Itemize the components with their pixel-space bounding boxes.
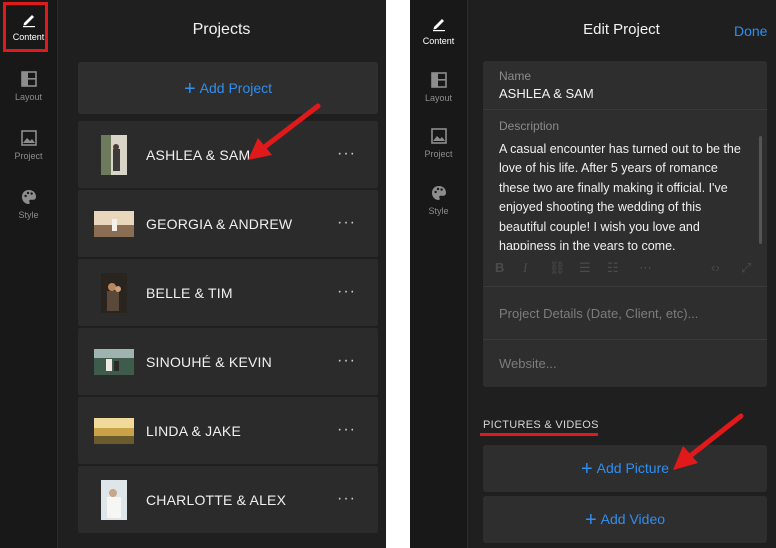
highlight-underline	[480, 433, 598, 436]
sidebar-item-label: Project	[14, 151, 43, 161]
add-project-label: Add Project	[199, 80, 273, 96]
add-project-button[interactable]: + Add Project	[78, 62, 378, 114]
expand-icon[interactable]: ⤢	[741, 260, 751, 276]
format-toolbar: B I ⛓ ☰ ☷ ⋯ ‹› ⤢	[495, 260, 757, 280]
highlight-box	[3, 2, 48, 52]
project-thumbnail	[94, 417, 134, 444]
project-row[interactable]: SINOUHÉ & KEVIN ···	[78, 328, 378, 395]
project-row[interactable]: BELLE & TIM ···	[78, 259, 378, 326]
name-field[interactable]: ASHLEA & SAM	[499, 86, 594, 101]
layout-icon	[20, 71, 37, 87]
annotation-arrow	[248, 103, 321, 160]
project-form: Name ASHLEA & SAM Description A casual e…	[483, 61, 767, 387]
more-options-icon[interactable]: ···	[337, 283, 356, 301]
link-icon[interactable]: ⛓	[549, 260, 566, 276]
more-options-icon[interactable]: ···	[337, 421, 356, 439]
layout-icon	[430, 72, 447, 88]
annotation-arrow	[673, 413, 744, 470]
add-video-button[interactable]: + Add Video	[483, 496, 767, 543]
more-options-icon[interactable]: ···	[337, 145, 356, 163]
description-label: Description	[499, 119, 560, 133]
project-row[interactable]: GEORGIA & ANDREW ···	[78, 190, 378, 257]
add-picture-label: Add Picture	[596, 460, 670, 476]
project-thumbnail	[94, 348, 134, 375]
more-options-icon[interactable]: ···	[337, 490, 356, 508]
bold-icon[interactable]: B	[495, 260, 504, 275]
sidebar-item-label: Project	[424, 149, 453, 159]
image-icon	[430, 128, 447, 144]
sidebar-item-style[interactable]: Style	[0, 188, 57, 220]
plus-icon: +	[183, 78, 196, 100]
sidebar: Content Layout Project Style	[410, 0, 468, 548]
divider	[483, 286, 767, 287]
project-thumbnail	[101, 272, 127, 313]
website-field[interactable]: Website...	[499, 356, 557, 371]
project-name: LINDA & JAKE	[146, 422, 241, 439]
project-name: CHARLOTTE & ALEX	[146, 491, 287, 508]
numbered-list-icon[interactable]: ☷	[607, 260, 619, 276]
page-title: Edit Project	[583, 21, 660, 38]
description-field[interactable]: Description A casual encounter has turne…	[483, 110, 767, 286]
more-options-icon[interactable]: ···	[337, 352, 356, 370]
plus-icon: +	[580, 458, 593, 480]
project-row[interactable]: CHARLOTTE & ALEX ···	[78, 466, 378, 533]
more-options-icon[interactable]: ···	[337, 214, 356, 232]
scrollbar[interactable]	[759, 136, 762, 244]
project-name: ASHLEA & SAM	[146, 146, 251, 163]
palette-icon	[21, 190, 36, 204]
image-icon	[20, 130, 37, 146]
sidebar-item-label: Layout	[14, 92, 43, 102]
sidebar-item-project[interactable]: Project	[410, 127, 467, 159]
sidebar-item-project[interactable]: Project	[0, 129, 57, 161]
sidebar-item-content[interactable]: Content	[410, 14, 467, 46]
project-name: SINOUHÉ & KEVIN	[146, 353, 272, 370]
sidebar: Content Layout Project Style	[0, 0, 58, 548]
italic-icon[interactable]: I	[523, 260, 527, 276]
pencil-icon	[432, 19, 445, 32]
more-format-icon[interactable]: ⋯	[639, 260, 652, 276]
project-name: GEORGIA & ANDREW	[146, 215, 293, 232]
sidebar-item-layout[interactable]: Layout	[0, 70, 57, 102]
description-text: A casual encounter has turned out to be …	[499, 142, 741, 250]
project-details-field[interactable]: Project Details (Date, Client, etc)...	[499, 306, 698, 321]
sidebar-item-style[interactable]: Style	[410, 184, 467, 216]
project-thumbnail	[94, 210, 134, 237]
section-header: PICTURES & VIDEOS	[483, 419, 599, 431]
sidebar-item-label: Layout	[424, 93, 453, 103]
project-row[interactable]: ASHLEA & SAM ···	[78, 121, 378, 188]
done-button[interactable]: Done	[734, 23, 767, 39]
bullet-list-icon[interactable]: ☰	[579, 260, 591, 276]
project-row[interactable]: LINDA & JAKE ···	[78, 397, 378, 464]
project-thumbnail	[101, 479, 127, 520]
name-label: Name	[499, 69, 532, 83]
palette-icon	[431, 186, 446, 200]
plus-icon: +	[584, 509, 597, 531]
add-video-label: Add Video	[600, 511, 666, 527]
sidebar-item-layout[interactable]: Layout	[410, 71, 467, 103]
sidebar-item-label: Content	[422, 36, 455, 46]
sidebar-item-label: Style	[428, 206, 449, 216]
project-name: BELLE & TIM	[146, 284, 233, 301]
sidebar-item-label: Style	[18, 210, 39, 220]
page-title: Projects	[192, 21, 251, 38]
divider	[483, 339, 767, 340]
project-thumbnail	[101, 134, 127, 175]
code-icon[interactable]: ‹›	[711, 260, 720, 275]
